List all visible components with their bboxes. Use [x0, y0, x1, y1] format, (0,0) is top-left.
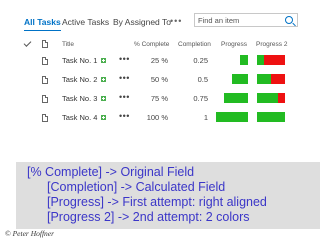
progress-bar	[240, 55, 248, 65]
annotation-box: [% Complete] -> Original Field [Completi…	[16, 162, 320, 229]
item-menu-button[interactable]: •••	[119, 54, 130, 64]
progress-2-remaining-bar	[264, 55, 285, 65]
table-row[interactable]: Task No. 4 ••• 100 % 1	[0, 109, 320, 129]
tab-all-tasks[interactable]: All Tasks	[24, 17, 61, 31]
percent-complete-value: 25 %	[150, 56, 168, 65]
percent-complete-value: 100 %	[146, 113, 168, 122]
item-menu-button[interactable]: •••	[119, 111, 130, 121]
completion-value: 0.5	[197, 75, 208, 84]
new-item-icon	[101, 115, 106, 120]
column-header-percent-complete[interactable]: % Complete	[134, 41, 169, 48]
tab-active-tasks[interactable]: Active Tasks	[62, 17, 109, 27]
progress-2-remaining-bar	[271, 74, 285, 84]
copyright-credit: © Peter Hoffner	[5, 229, 55, 238]
search-box[interactable]	[194, 13, 298, 27]
document-icon	[42, 95, 48, 103]
more-views-button[interactable]: •••	[170, 16, 182, 26]
document-type-icon	[42, 40, 48, 48]
completion-value: 0.25	[193, 56, 208, 65]
new-item-icon	[101, 96, 106, 101]
list-header: Title % Complete Completion Progress Pro…	[0, 39, 320, 51]
search-input[interactable]	[198, 15, 282, 25]
document-icon	[42, 57, 48, 65]
progress-2-done-bar	[257, 112, 285, 122]
progress-2-done-bar	[257, 55, 264, 65]
column-header-completion[interactable]: Completion	[178, 41, 211, 48]
new-item-icon	[101, 77, 106, 82]
annotation-line-2: [Completion] -> Calculated Field	[47, 180, 226, 194]
item-menu-button[interactable]: •••	[119, 92, 130, 102]
task-title-link[interactable]: Task No. 3	[62, 94, 97, 103]
completion-value: 1	[203, 113, 208, 122]
task-title-link[interactable]: Task No. 2	[62, 75, 97, 84]
search-icon[interactable]	[285, 16, 293, 24]
select-all-checkmark-icon[interactable]	[23, 39, 32, 47]
annotation-line-1: [% Complete] -> Original Field	[27, 165, 195, 179]
progress-bar	[232, 74, 248, 84]
tab-by-assigned-to[interactable]: By Assigned To	[113, 17, 171, 27]
new-item-icon	[101, 58, 106, 63]
progress-2-remaining-bar	[278, 93, 285, 103]
table-row[interactable]: Task No. 2 ••• 50 % 0.5	[0, 71, 320, 91]
annotation-line-3: [Progress] -> First attempt: right align…	[47, 195, 267, 209]
percent-complete-value: 75 %	[150, 94, 168, 103]
progress-2-done-bar	[257, 93, 278, 103]
completion-value: 0.75	[193, 94, 208, 103]
document-icon	[42, 114, 48, 122]
column-header-progress[interactable]: Progress	[221, 41, 247, 48]
progress-bar	[224, 93, 248, 103]
annotation-line-4: [Progress 2] -> 2nd attempt: 2 colors	[47, 210, 250, 224]
document-icon	[42, 76, 48, 84]
column-header-title[interactable]: Title	[62, 41, 74, 48]
task-title-link[interactable]: Task No. 4	[62, 113, 97, 122]
progress-bar	[216, 112, 248, 122]
table-row[interactable]: Task No. 1 ••• 25 % 0.25	[0, 52, 320, 72]
item-menu-button[interactable]: •••	[119, 73, 130, 83]
column-header-progress-2[interactable]: Progress 2	[256, 41, 287, 48]
progress-2-done-bar	[257, 74, 271, 84]
task-title-link[interactable]: Task No. 1	[62, 56, 97, 65]
table-row[interactable]: Task No. 3 ••• 75 % 0.75	[0, 90, 320, 110]
percent-complete-value: 50 %	[150, 75, 168, 84]
